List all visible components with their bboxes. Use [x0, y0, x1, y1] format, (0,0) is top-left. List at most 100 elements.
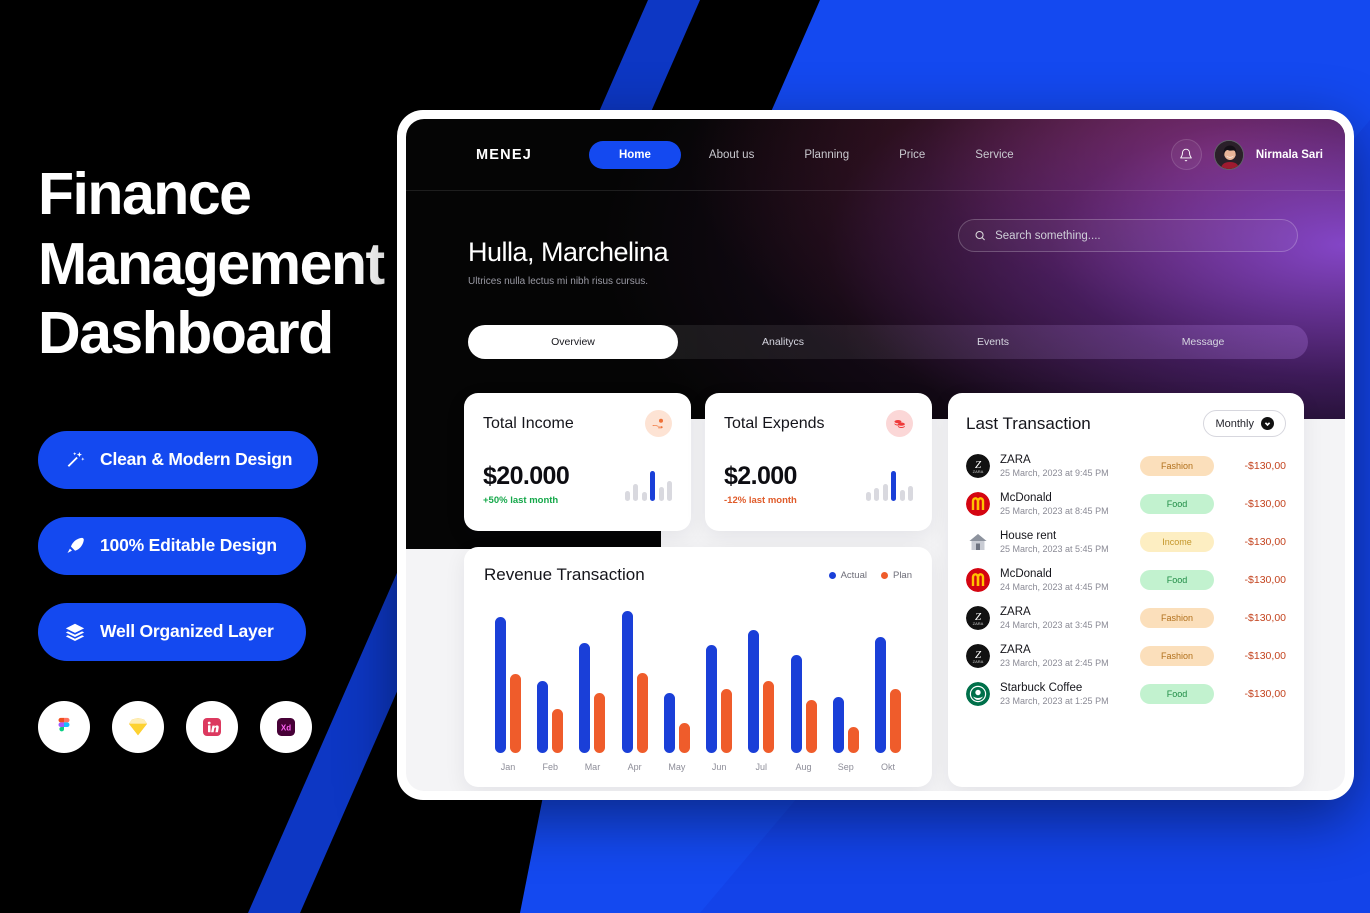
chart-group-sep: Sep — [826, 603, 866, 772]
transaction-info: McDonald 25 March, 2023 at 8:45 PM — [1000, 492, 1130, 516]
chart-bars — [874, 603, 901, 753]
transaction-row[interactable]: Z ZARA ZARA 23 March, 2023 at 2:45 PM Fashio… — [948, 637, 1304, 675]
chart-bar-actual[interactable] — [748, 630, 760, 753]
chart-bar-actual[interactable] — [874, 637, 886, 753]
nav-item-price[interactable]: Price — [877, 141, 947, 169]
greeting-block: Hulla, Marchelina Ultrices nulla lectus … — [406, 191, 1345, 287]
legend-dot-plan — [880, 571, 888, 579]
tab-events[interactable]: Events — [888, 325, 1098, 359]
nav-item-service[interactable]: Service — [953, 141, 1035, 169]
page-subtitle: Ultrices nulla lectus mi nibh risus curs… — [468, 276, 649, 287]
chart-group-mar: Mar — [572, 603, 612, 772]
chart-group-jan: Jan — [488, 603, 528, 772]
transaction-row[interactable]: House rent 25 March, 2023 at 5:45 PM Incom… — [948, 523, 1304, 561]
mcdonalds-logo — [966, 492, 990, 516]
chart-group-jul: Jul — [741, 603, 781, 772]
transaction-info: House rent 25 March, 2023 at 5:45 PM — [1000, 530, 1130, 554]
monthly-filter-dropdown[interactable]: Monthly — [1203, 410, 1286, 437]
adobe-xd-logo: Xd — [260, 700, 312, 753]
chart-bar-actual[interactable] — [790, 655, 802, 753]
chart-bar-actual[interactable] — [495, 617, 506, 753]
chart-bar-actual[interactable] — [621, 611, 633, 753]
user-name: Nirmala Sari — [1255, 148, 1323, 161]
feature-pill-well-organized-layer[interactable]: Well Organized Layer — [38, 602, 306, 661]
expends-sparkline — [865, 471, 913, 501]
chart-group-may: May — [657, 603, 697, 772]
chart-bar-actual[interactable] — [537, 681, 549, 753]
chart-bar-plan[interactable] — [510, 674, 521, 753]
chart-legend: Actual Plan — [828, 569, 912, 581]
transaction-date: 24 March, 2023 at 3:45 PM — [1000, 620, 1109, 630]
chart-bar-plan[interactable] — [847, 727, 859, 753]
chart-x-label: Feb — [542, 762, 558, 772]
transaction-info: Starbuck Coffee 23 March, 2023 at 1:25 PM — [1000, 682, 1130, 706]
chart-bar-plan[interactable] — [721, 689, 733, 753]
chart-bars — [706, 603, 733, 753]
nav-item-home[interactable]: Home — [588, 140, 681, 169]
search-input[interactable] — [995, 229, 1282, 242]
magic-wand-icon — [64, 449, 86, 471]
bell-icon — [1180, 148, 1193, 161]
chart-bar-plan[interactable] — [594, 693, 606, 753]
nav-item-about-us[interactable]: About us — [687, 141, 776, 169]
transaction-category-chip: Food — [1140, 570, 1214, 590]
transaction-name: McDonald — [1000, 492, 1052, 504]
transaction-row[interactable]: McDonald 24 March, 2023 at 4:45 PM Food -$1… — [948, 561, 1304, 599]
feature-pill-editable-design[interactable]: 100% Editable Design — [38, 516, 306, 575]
total-expends-card: Total Expends $2.000 -12% last month — [705, 393, 932, 531]
transaction-category-chip: Fashion — [1140, 456, 1214, 476]
last-transaction-title: Last Transaction — [966, 413, 1091, 433]
total-expends-body: $2.000 -12% last month — [724, 462, 913, 506]
feature-pill-label: Clean & Modern Design — [100, 449, 293, 470]
transaction-list: Z ZARA ZARA 25 March, 2023 at 9:45 PM Fashio… — [948, 447, 1304, 713]
transaction-row[interactable]: McDonald 25 March, 2023 at 8:45 PM Food -$1… — [948, 485, 1304, 523]
total-income-card: Total Income $20.000 +50% last month — [464, 393, 691, 531]
chart-bar-actual[interactable] — [579, 643, 591, 753]
search-icon — [975, 230, 985, 241]
chart-bar-plan[interactable] — [805, 700, 817, 753]
brand-logo[interactable]: MENEJ — [476, 147, 532, 163]
transaction-amount: -$130,00 — [1244, 612, 1286, 624]
svg-text:ZARA: ZARA — [973, 659, 984, 664]
transaction-name: ZARA — [1000, 606, 1031, 618]
chart-bar-plan[interactable] — [889, 689, 901, 753]
chart-bar-actual[interactable] — [832, 697, 844, 753]
transaction-row[interactable]: Starbuck Coffee 23 March, 2023 at 1:25 PM… — [948, 675, 1304, 713]
tab-analitycs[interactable]: Analitycs — [678, 325, 888, 359]
expense-coins-icon — [886, 410, 913, 437]
chart-bar-plan[interactable] — [763, 681, 775, 753]
transaction-row[interactable]: Z ZARA ZARA 24 March, 2023 at 3:45 PM Fashio… — [948, 599, 1304, 637]
nav-item-planning[interactable]: Planning — [782, 141, 871, 169]
chart-x-label: Sep — [837, 762, 854, 772]
notification-bell-button[interactable] — [1170, 139, 1202, 170]
revenue-title: Revenue Transaction — [484, 565, 645, 584]
transaction-row[interactable]: Z ZARA ZARA 25 March, 2023 at 9:45 PM Fashio… — [948, 447, 1304, 485]
tab-message[interactable]: Message — [1098, 325, 1308, 359]
chart-bar-actual[interactable] — [663, 693, 675, 753]
tool-logo-list: Xd — [38, 700, 408, 753]
total-income-values: $20.000 +50% last month — [483, 462, 570, 506]
total-expends-values: $2.000 -12% last month — [724, 462, 797, 506]
chart-bar-plan[interactable] — [552, 709, 564, 753]
legend-item-actual: Actual — [828, 570, 867, 581]
transaction-name: House rent — [1000, 530, 1057, 542]
chart-group-feb: Feb — [530, 603, 570, 772]
search-box[interactable] — [958, 219, 1298, 252]
feature-pill-clean-modern-design[interactable]: Clean & Modern Design — [38, 430, 319, 489]
transaction-amount: -$130,00 — [1244, 536, 1286, 548]
chart-bars — [537, 603, 564, 753]
svg-text:ZARA: ZARA — [973, 469, 984, 474]
total-income-delta: +50% last month — [483, 495, 559, 506]
chart-bars — [621, 603, 648, 753]
chart-bar-plan[interactable] — [678, 723, 690, 753]
total-expends-value: $2.000 — [724, 462, 797, 490]
chart-bars — [579, 603, 606, 753]
tab-overview[interactable]: Overview — [468, 325, 678, 359]
chart-bar-plan[interactable] — [636, 673, 648, 753]
avatar[interactable] — [1213, 139, 1244, 170]
zara-logo: Z ZARA — [966, 454, 990, 478]
chart-bar-actual[interactable] — [706, 645, 718, 753]
legend-label-plan: Plan — [892, 569, 912, 581]
income-hand-coin-icon — [645, 410, 672, 437]
svg-text:Xd: Xd — [281, 724, 291, 733]
